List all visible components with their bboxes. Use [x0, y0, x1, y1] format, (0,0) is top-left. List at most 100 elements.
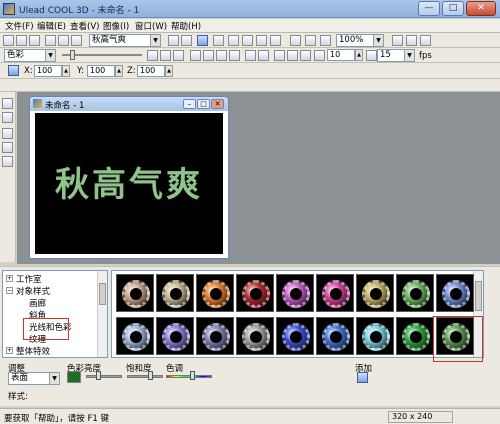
preset-thumbnail[interactable]	[156, 317, 194, 355]
play-icon[interactable]	[274, 50, 285, 61]
expand-icon[interactable]: +	[6, 275, 13, 282]
next-frame-icon[interactable]	[216, 50, 227, 61]
document-maximize-button[interactable]: □	[197, 99, 210, 109]
insert-text-icon[interactable]	[2, 98, 13, 109]
menu-edit[interactable]: 编辑(E)	[37, 20, 66, 32]
frames-icon[interactable]	[314, 50, 325, 61]
tree-item-studio[interactable]: 工作室	[16, 273, 42, 285]
font-selector[interactable]: 秋高气爽 ▼	[89, 34, 161, 47]
move-icon[interactable]	[181, 35, 192, 46]
remove-keyframe-icon[interactable]	[160, 50, 171, 61]
save-icon[interactable]	[29, 35, 40, 46]
object-icon[interactable]	[228, 35, 239, 46]
insert-geometry-icon[interactable]	[2, 142, 13, 153]
position-icon[interactable]	[8, 65, 19, 76]
preset-thumbnail[interactable]	[356, 274, 394, 312]
frame-spin-button[interactable]: ▲	[355, 49, 363, 61]
hue-slider[interactable]	[166, 375, 212, 378]
group-icon[interactable]	[242, 35, 253, 46]
menu-view[interactable]: 查看(V)	[70, 20, 99, 32]
menu-help[interactable]: 帮助(H)	[171, 20, 201, 32]
loop-icon[interactable]	[245, 50, 256, 61]
brightness-slider-handle[interactable]	[96, 371, 101, 380]
render-canvas[interactable]: 秋高气爽	[35, 113, 223, 254]
frame-number-field[interactable]: 10	[327, 49, 355, 61]
print-icon[interactable]	[45, 35, 56, 46]
preset-thumbnail[interactable]	[116, 274, 154, 312]
menu-file[interactable]: 文件(F)	[5, 20, 34, 32]
add-preset-icon[interactable]	[357, 372, 368, 383]
camera-icon[interactable]	[256, 35, 267, 46]
redo-icon[interactable]	[71, 35, 82, 46]
hue-slider-handle[interactable]	[190, 371, 195, 380]
document-title-bar[interactable]: 未命名 - 1 – □ ✕	[30, 97, 228, 111]
tree-item-gallery[interactable]: 画廊	[29, 297, 46, 309]
insert-shape-icon[interactable]	[2, 128, 13, 139]
preset-thumbnail[interactable]	[116, 317, 154, 355]
fps-selector[interactable]: 15 ▼	[377, 49, 415, 62]
help-icon[interactable]	[420, 35, 431, 46]
collapse-icon[interactable]: −	[6, 287, 13, 294]
document-minimize-button[interactable]: –	[183, 99, 196, 109]
document-close-button[interactable]: ✕	[211, 99, 224, 109]
preset-thumbnail[interactable]	[396, 274, 434, 312]
open-file-icon[interactable]	[16, 35, 27, 46]
first-frame-icon[interactable]	[190, 50, 201, 61]
move-keyframe-icon[interactable]	[173, 50, 184, 61]
last-frame-icon[interactable]	[229, 50, 240, 61]
x-spin-button[interactable]: ▲	[62, 65, 70, 77]
wand-icon[interactable]	[290, 35, 301, 46]
minimize-button[interactable]: —	[418, 1, 440, 16]
preset-thumbnail[interactable]	[236, 274, 274, 312]
tree-item-global-effects[interactable]: 整体特效	[16, 345, 50, 357]
light-icon[interactable]	[270, 35, 281, 46]
y-field[interactable]: 100	[87, 65, 115, 77]
reverse-icon[interactable]	[258, 50, 269, 61]
undo-icon[interactable]	[58, 35, 69, 46]
preset-thumbnail[interactable]	[276, 317, 314, 355]
color-swatch[interactable]	[67, 371, 81, 383]
menu-window[interactable]: 窗口(W)	[135, 20, 167, 32]
zoom-selector[interactable]: 100% ▼	[336, 34, 384, 47]
z-spin-button[interactable]: ▲	[165, 65, 173, 77]
preset-thumbnail[interactable]	[316, 274, 354, 312]
tree-scrollbar[interactable]	[97, 271, 107, 357]
thumbnail-scroll-thumb[interactable]	[475, 281, 482, 311]
tree-item-object-style[interactable]: 对象样式	[16, 285, 50, 297]
preset-thumbnail[interactable]	[196, 317, 234, 355]
export-icon[interactable]	[392, 35, 403, 46]
maximize-button[interactable]: □	[442, 1, 464, 16]
preset-thumbnail[interactable]	[196, 274, 234, 312]
preset-thumbnail[interactable]	[436, 274, 474, 312]
x-field[interactable]: 100	[34, 65, 62, 77]
preset-thumbnail[interactable]	[356, 317, 394, 355]
select-icon[interactable]	[197, 35, 208, 46]
expand-icon[interactable]: +	[6, 347, 13, 354]
add-keyframe-icon[interactable]	[147, 50, 158, 61]
y-spin-button[interactable]: ▲	[115, 65, 123, 77]
stop-icon[interactable]	[287, 50, 298, 61]
text-tool-icon[interactable]	[213, 35, 224, 46]
preview-icon[interactable]	[406, 35, 417, 46]
close-button[interactable]: ✕	[466, 1, 496, 16]
menu-image[interactable]: 图像(I)	[103, 20, 129, 32]
globe-icon[interactable]	[305, 35, 316, 46]
attribute-selector[interactable]: 色彩 ▼	[4, 49, 56, 62]
saturation-slider[interactable]	[127, 375, 163, 378]
rate-icon[interactable]	[366, 50, 377, 61]
hand-icon[interactable]	[168, 35, 179, 46]
preset-thumbnail[interactable]	[236, 317, 274, 355]
edit-text-icon[interactable]	[2, 112, 13, 123]
saturation-slider-handle[interactable]	[148, 371, 153, 380]
insert-graphic-icon[interactable]	[2, 156, 13, 167]
tree-scroll-thumb[interactable]	[99, 283, 106, 305]
prev-frame-icon[interactable]	[203, 50, 214, 61]
record-icon[interactable]	[300, 50, 311, 61]
preset-thumbnail[interactable]	[156, 274, 194, 312]
preset-thumbnail[interactable]	[316, 317, 354, 355]
new-file-icon[interactable]	[3, 35, 14, 46]
zoom-icon[interactable]	[320, 35, 331, 46]
timeline-slider-handle[interactable]	[70, 50, 75, 60]
brightness-slider[interactable]	[86, 375, 122, 378]
preset-thumbnail[interactable]	[396, 317, 434, 355]
